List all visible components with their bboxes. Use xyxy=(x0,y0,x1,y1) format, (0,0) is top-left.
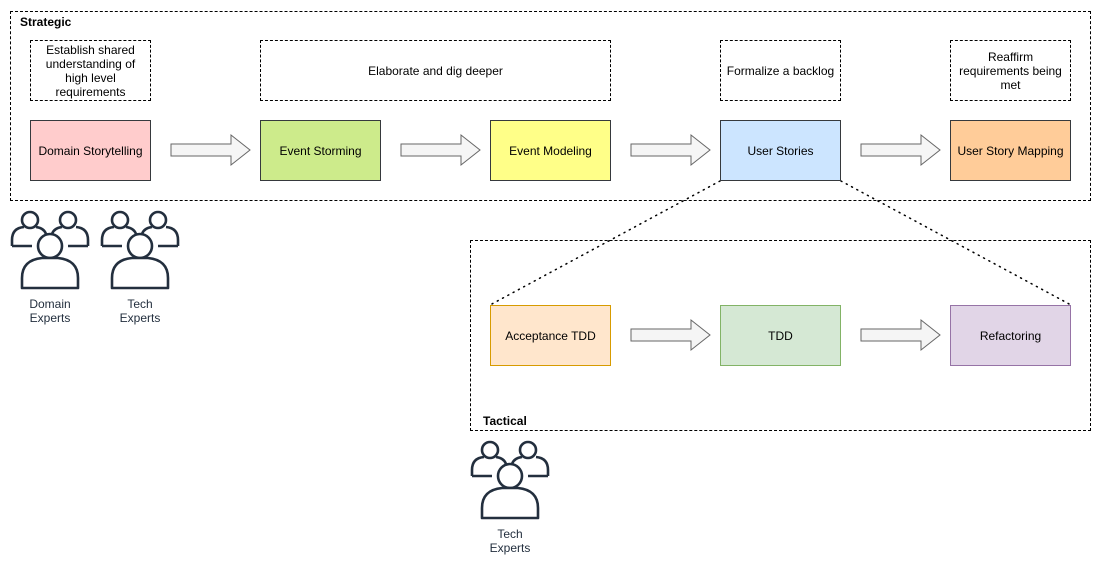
step-label: Refactoring xyxy=(979,328,1042,343)
step-label: Acceptance TDD xyxy=(505,328,596,343)
persona-tech-experts-strategic: Tech Experts xyxy=(100,208,180,325)
persona-label-line2: Experts xyxy=(119,311,161,325)
persona-tech-experts-tactical: Tech Experts xyxy=(470,438,550,555)
dotted-line-right xyxy=(840,180,1072,306)
persona-label: Tech Experts xyxy=(470,527,550,555)
persona-label: Tech Experts xyxy=(100,297,180,325)
step-user-story-mapping[interactable]: User Story Mapping xyxy=(950,120,1071,181)
zoom-in-lines xyxy=(489,180,1072,306)
step-domain-storytelling[interactable]: Domain Storytelling xyxy=(30,120,151,181)
step-label: Event Modeling xyxy=(509,143,592,158)
persona-label-line2: Experts xyxy=(489,541,531,555)
step-user-stories[interactable]: User Stories xyxy=(720,120,841,181)
step-label: Event Storming xyxy=(279,143,362,158)
persona-label-line2: Experts xyxy=(29,311,71,325)
flow-arrow-icon xyxy=(630,318,711,352)
step-refactoring[interactable]: Refactoring xyxy=(950,305,1071,366)
users-icon xyxy=(100,210,180,290)
persona-label-line1: Domain xyxy=(29,297,71,311)
users-icon xyxy=(10,210,90,290)
step-event-storming[interactable]: Event Storming xyxy=(260,120,381,181)
dotted-line-left xyxy=(489,180,721,306)
step-label: User Stories xyxy=(747,143,814,158)
persona-domain-experts: Domain Experts xyxy=(10,208,90,325)
flow-arrow-icon xyxy=(630,133,711,167)
step-label: TDD xyxy=(768,328,793,343)
persona-label: Domain Experts xyxy=(10,297,90,325)
persona-label-line1: Tech xyxy=(127,297,153,311)
step-tdd[interactable]: TDD xyxy=(720,305,841,366)
flow-arrow-icon xyxy=(860,318,941,352)
step-label: User Story Mapping xyxy=(957,143,1064,158)
persona-label-line1: Tech xyxy=(497,527,523,541)
flow-arrow-icon xyxy=(400,133,481,167)
step-event-modeling[interactable]: Event Modeling xyxy=(490,120,611,181)
flow-arrow-icon xyxy=(860,133,941,167)
flow-arrow-icon xyxy=(170,133,251,167)
users-icon xyxy=(470,440,550,520)
step-label: Domain Storytelling xyxy=(38,143,143,158)
step-acceptance-tdd[interactable]: Acceptance TDD xyxy=(490,305,611,366)
